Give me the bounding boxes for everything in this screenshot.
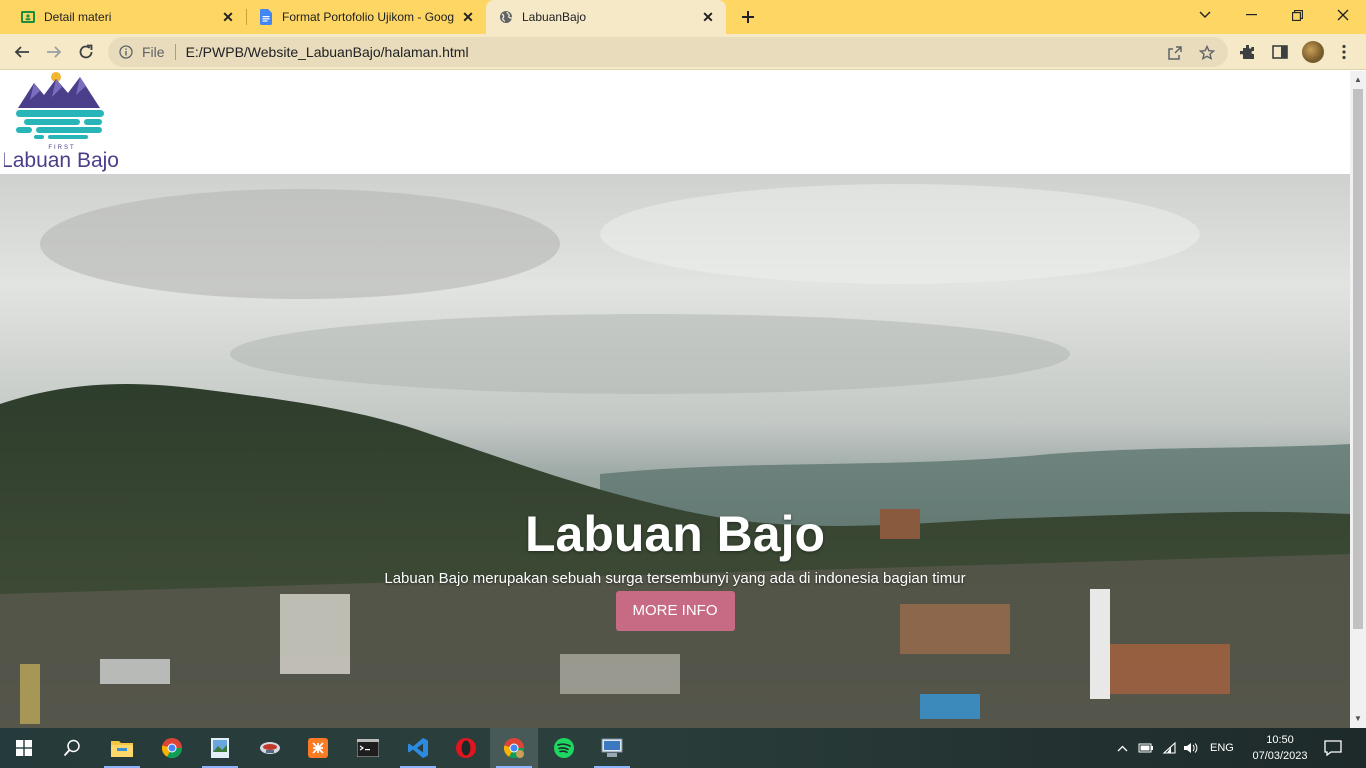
labuan-bajo-logo: FIRST Labuan Bajo [1, 72, 119, 172]
app-icon[interactable] [246, 728, 294, 768]
opera-icon[interactable] [442, 728, 490, 768]
share-icon[interactable] [1166, 44, 1184, 62]
restore-button[interactable] [1274, 0, 1320, 30]
paint-icon[interactable] [196, 728, 244, 768]
clock-date: 07/03/2023 [1252, 750, 1308, 762]
info-icon[interactable] [118, 44, 134, 60]
tab-title: LabuanBajo [522, 10, 587, 24]
url-text[interactable]: E:/PWPB/Website_LabuanBajo/halaman.html [186, 44, 469, 60]
logo-main-text: Labuan Bajo [4, 149, 118, 172]
network-app-icon[interactable] [588, 728, 636, 768]
chrome-icon[interactable] [148, 728, 196, 768]
profile-avatar[interactable] [1302, 41, 1324, 63]
plus-icon [742, 11, 754, 23]
arrow-right-icon [47, 46, 62, 58]
search-button[interactable] [48, 728, 96, 768]
tab-title: Detail materi [44, 10, 112, 24]
chevron-up-icon[interactable] [1114, 745, 1130, 752]
chrome-active-icon[interactable] [490, 728, 538, 768]
close-window-button[interactable] [1320, 0, 1366, 30]
side-panel-icon[interactable] [1270, 42, 1290, 62]
clock-time: 10:50 [1266, 734, 1294, 746]
scroll-up-icon[interactable]: ▲ [1353, 75, 1363, 85]
file-explorer-icon[interactable] [98, 728, 146, 768]
new-tab-button[interactable] [736, 5, 760, 29]
vertical-scrollbar[interactable]: ▲ ▼ [1350, 71, 1366, 728]
search-icon [63, 739, 80, 757]
tab-detail-materi[interactable]: Detail materi ✕ [0, 0, 246, 34]
tab-strip: Detail materi ✕ Format Portofolio Ujikom… [0, 0, 1366, 34]
arrow-left-icon [14, 46, 29, 58]
address-divider [174, 44, 176, 60]
scroll-down-icon[interactable]: ▼ [1353, 714, 1363, 724]
start-button[interactable] [0, 728, 48, 768]
tab-format-portofolio[interactable]: Format Portofolio Ujikom - Goog ✕ [238, 0, 486, 34]
address-bar[interactable]: File E:/PWPB/Website_LabuanBajo/halaman.… [108, 37, 1228, 67]
chevron-down-icon [1199, 11, 1211, 18]
reload-icon [79, 44, 93, 59]
battery-icon[interactable] [1134, 743, 1158, 753]
hero-title: Labuan Bajo [524, 506, 826, 562]
volume-icon[interactable] [1180, 742, 1202, 754]
spotify-icon[interactable] [540, 728, 588, 768]
tab-labuanbajo[interactable]: LabuanBajo ✕ [486, 0, 726, 34]
scrollbar-thumb[interactable] [1353, 89, 1363, 629]
close-icon[interactable]: ✕ [220, 9, 236, 25]
bookmark-star-icon[interactable] [1198, 44, 1216, 62]
restore-icon [1291, 9, 1303, 21]
clock[interactable]: 10:50 07/03/2023 [1250, 732, 1310, 764]
forward-button[interactable] [40, 38, 68, 66]
close-icon [1337, 9, 1349, 21]
more-info-button[interactable]: MORE INFO [615, 591, 735, 631]
windows-start-icon [16, 740, 32, 756]
terminal-icon[interactable] [344, 728, 392, 768]
language-indicator[interactable]: ENG [1210, 742, 1234, 754]
hero-content: Labuan Bajo Labuan Bajo merupakan sebuah… [0, 504, 1350, 631]
site-header: FIRST Labuan Bajo [0, 71, 1350, 174]
back-button[interactable] [8, 38, 36, 66]
globe-icon [498, 9, 514, 25]
xampp-icon[interactable] [294, 728, 342, 768]
web-page: FIRST Labuan Bajo Labuan Bajo Labuan Baj… [0, 71, 1350, 728]
close-icon[interactable]: ✕ [700, 9, 716, 25]
tab-title: Format Portofolio Ujikom - Goog [282, 10, 455, 24]
hero-section: Labuan Bajo Labuan Bajo merupakan sebuah… [0, 174, 1350, 728]
hero-subtitle: Labuan Bajo merupakan sebuah surga terse… [384, 570, 966, 587]
system-tray: ENG [1114, 728, 1234, 768]
minimize-button[interactable] [1228, 0, 1274, 30]
browser-toolbar: File E:/PWPB/Website_LabuanBajo/halaman.… [0, 34, 1366, 70]
menu-dots-icon[interactable] [1334, 42, 1354, 62]
extensions-icon[interactable] [1238, 42, 1258, 62]
close-icon[interactable]: ✕ [460, 9, 476, 25]
wifi-icon[interactable] [1158, 742, 1180, 754]
scheme-label: File [142, 44, 165, 60]
classroom-icon [20, 9, 36, 25]
reload-button[interactable] [72, 38, 100, 66]
vscode-icon[interactable] [394, 728, 442, 768]
hero-background-image [0, 174, 1350, 728]
tab-search-button[interactable] [1182, 0, 1228, 30]
notification-icon[interactable] [1318, 728, 1348, 768]
docs-icon [258, 9, 274, 25]
minimize-icon [1245, 14, 1257, 16]
windows-taskbar: ENG 10:50 07/03/2023 [0, 728, 1366, 768]
site-logo[interactable]: FIRST Labuan Bajo [1, 71, 119, 174]
